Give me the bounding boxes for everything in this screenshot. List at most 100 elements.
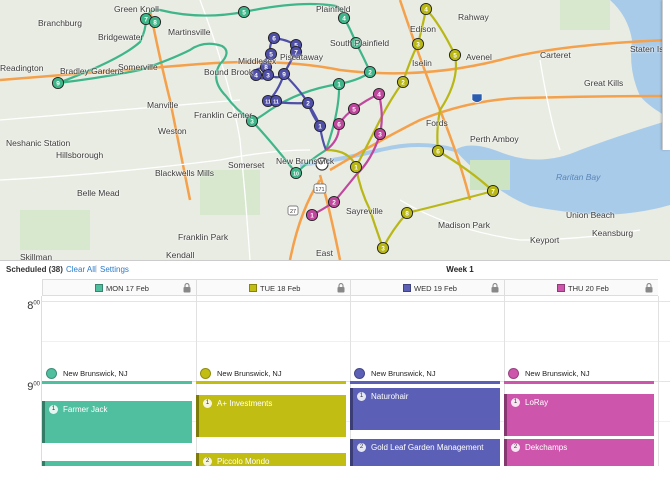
route-stop-badge-olive[interactable]: 7 [486, 184, 500, 198]
route-stop-badge-olive[interactable]: 1 [349, 160, 363, 174]
job-card[interactable]: 1 LoRay [504, 394, 654, 436]
depot-bar [196, 381, 346, 384]
hour-label-8: 800 [27, 300, 40, 312]
map-place-label: Hillsborough [56, 150, 104, 160]
job-number: 2 [357, 443, 366, 452]
scheduler-panel: Scheduled (38) Clear All | Settings Week… [0, 260, 670, 483]
route-stop-badge-olive[interactable]: 2 [396, 75, 410, 89]
route-stop-badge-olive[interactable]: 3 [376, 241, 390, 255]
lock-icon[interactable] [491, 283, 499, 293]
depot-label: New Brunswick, NJ [525, 369, 590, 378]
stop-number: 3 [378, 131, 382, 138]
stop-number: 1 [310, 212, 314, 219]
route-stop-badge-green[interactable]: 5 [237, 5, 251, 19]
svg-text:27: 27 [290, 209, 296, 215]
job-number: 1 [49, 405, 58, 414]
map-side-panel-edge [662, 0, 670, 150]
day-label: MON 17 Feb [106, 284, 149, 293]
scheduled-count: Scheduled (38) [6, 265, 63, 274]
stop-number: 3 [266, 72, 270, 79]
route-stop-badge-olive[interactable]: 8 [400, 206, 414, 220]
map-place-label: Keansburg [592, 228, 634, 238]
day-header-thu[interactable]: THU 20 Feb [504, 279, 658, 296]
day-header-wed[interactable]: WED 19 Feb [350, 279, 504, 296]
route-stop-badge-pink[interactable]: 1 [305, 208, 319, 222]
stop-number: 3 [416, 41, 420, 48]
route-stop-badge-green[interactable]: 9 [51, 76, 65, 90]
week-title: Week 1 [446, 265, 474, 274]
job-card[interactable]: 1 Naturohair [350, 388, 500, 430]
job-card[interactable]: 1 Farmer Jack [42, 401, 192, 443]
route-color-swatch [557, 284, 565, 292]
svg-text:171: 171 [315, 187, 324, 193]
map-place-label: East [316, 248, 334, 258]
stop-number: 6 [337, 121, 341, 128]
job-number: 1 [203, 399, 212, 408]
route-stop-badge-green[interactable]: 10 [289, 166, 303, 180]
job-name: Piccolo Mondo [217, 457, 270, 466]
map-place-label: Rahway [458, 12, 489, 22]
scheduler-toolbar: Scheduled (38) Clear All | Settings Week… [0, 261, 670, 279]
map-place-label: Union Beach [566, 210, 615, 220]
map-place-label: New Brunswick [276, 156, 335, 166]
map-place-label: Perth Amboy [470, 134, 519, 144]
route-stop-badge-navy[interactable]: 1 [313, 119, 327, 133]
job-card[interactable]: 1 A+ Investments [196, 395, 346, 437]
route-stop-badge-pink[interactable]: 5 [347, 102, 361, 116]
depot-label: New Brunswick, NJ [371, 369, 436, 378]
staten-island-water [610, 0, 670, 118]
lock-icon[interactable] [645, 283, 653, 293]
stop-number: 9 [282, 71, 286, 78]
route-stop-badge-pink[interactable]: 4 [372, 87, 386, 101]
depot-start-tue[interactable]: New Brunswick, NJ [200, 367, 346, 381]
route-stop-badge-pink[interactable]: 2 [327, 195, 341, 209]
depot-start-thu[interactable]: New Brunswick, NJ [508, 367, 654, 381]
route-stop-badge-green[interactable]: 4 [337, 11, 351, 25]
job-number: 1 [357, 392, 366, 401]
route-stop-badge-green[interactable]: 2 [363, 65, 377, 79]
depot-bar [504, 381, 654, 384]
lock-icon[interactable] [183, 283, 191, 293]
day-header-mon[interactable]: MON 17 Feb [42, 279, 196, 296]
route-stop-badge-navy[interactable]: 3 [261, 68, 275, 82]
route-stop-badge-green[interactable]: 8 [148, 15, 162, 29]
settings-link[interactable]: Settings [100, 265, 129, 274]
grid-line [42, 341, 670, 342]
lock-icon[interactable] [337, 283, 345, 293]
depot-label: New Brunswick, NJ [63, 369, 128, 378]
route-stop-badge-pink[interactable]: 3 [373, 127, 387, 141]
day-header-tue[interactable]: TUE 18 Feb [196, 279, 350, 296]
day-label: TUE 18 Feb [260, 284, 301, 293]
map-place-label: Middlesex [238, 56, 277, 66]
job-name: Naturohair [371, 392, 409, 401]
route-map[interactable]: 171 27 7 8 5 4 3 2 1 9 3 10 6 5 7 5 8 4 3 9 11 11 2 1 4 3 5 2 1 6 7 8… [0, 0, 670, 260]
day-label: WED 19 Feb [414, 284, 457, 293]
route-stop-badge-navy[interactable]: 11 [269, 94, 283, 108]
route-stop-badge-navy[interactable]: 6 [267, 31, 281, 45]
map-place-label: Bradley Gardens [60, 66, 124, 76]
depot-start-wed[interactable]: New Brunswick, NJ [354, 367, 500, 381]
route-color-swatch [95, 284, 103, 292]
depot-dot-icon [200, 368, 211, 379]
route-stop-badge-pink[interactable]: 6 [332, 117, 346, 131]
route-stop-badge-green[interactable]: 1 [332, 77, 346, 91]
map-place-label: Keyport [530, 235, 560, 245]
column-divider [658, 296, 659, 483]
stop-number: 2 [306, 100, 310, 107]
map-place-label: Branchburg [38, 18, 82, 28]
map-place-label: Sayreville [346, 206, 383, 216]
route-stop-badge-olive[interactable]: 5 [448, 48, 462, 62]
map-place-label: Somerset [228, 160, 265, 170]
stop-number: 4 [377, 91, 381, 98]
stop-number: 1 [354, 164, 358, 171]
route-stop-badge-navy[interactable]: 9 [277, 67, 291, 81]
route-stop-badge-olive[interactable]: 3 [411, 37, 425, 51]
route-stop-badge-olive[interactable]: 6 [431, 144, 445, 158]
park-area [560, 0, 610, 30]
map-place-label: Skillman [20, 252, 53, 260]
depot-start-mon[interactable]: New Brunswick, NJ [46, 367, 192, 381]
route-stop-badge-olive[interactable]: 4 [419, 2, 433, 16]
scheduler-bottom-edge [0, 466, 670, 483]
route-stop-badge-navy[interactable]: 2 [301, 96, 315, 110]
clear-all-link[interactable]: Clear All [66, 265, 96, 274]
